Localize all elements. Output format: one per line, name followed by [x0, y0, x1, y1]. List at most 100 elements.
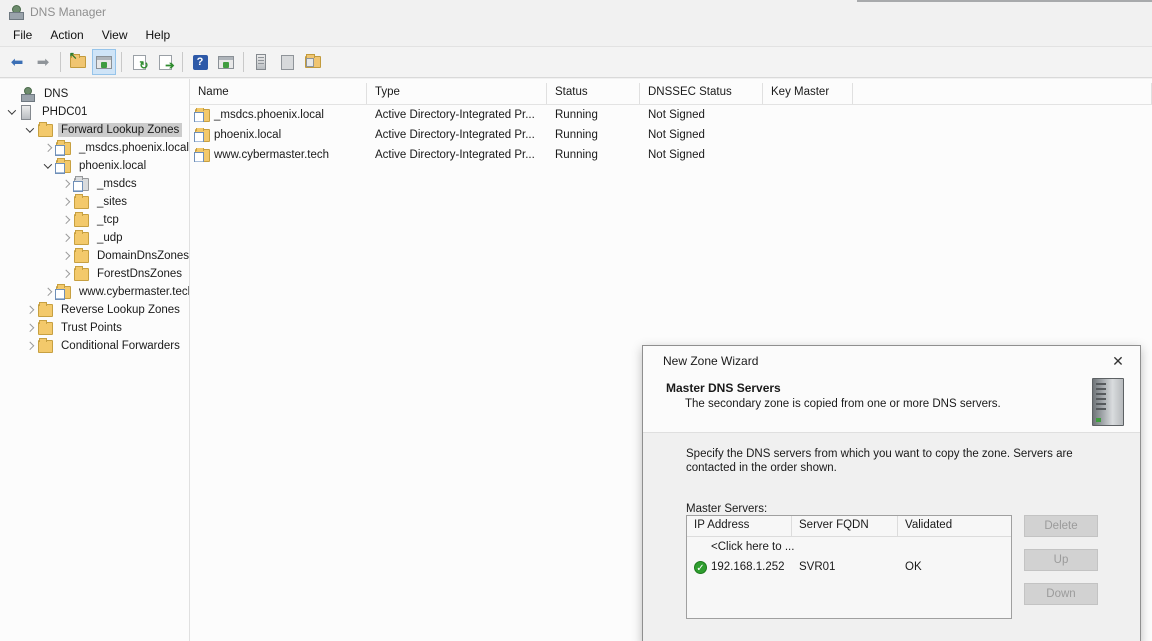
- tree-item-www-cybermaster-tech[interactable]: www.cybermaster.tech: [0, 283, 189, 301]
- zone-row-www-cybermaster-tech[interactable]: www.cybermaster.tech Active Directory-In…: [190, 145, 1152, 165]
- tree-item-udp[interactable]: _udp: [0, 229, 189, 247]
- zone-status: Running: [547, 149, 640, 161]
- list-header: Name Type Status DNSSEC Status Key Maste…: [190, 83, 1152, 105]
- menu-action[interactable]: Action: [41, 26, 92, 44]
- toolbar-separator: [182, 52, 183, 72]
- folder-icon: [38, 304, 53, 317]
- column-header-name[interactable]: Name: [190, 83, 367, 104]
- tree-item-dns-root[interactable]: DNS: [0, 85, 189, 103]
- add-server-placeholder[interactable]: <Click here to ...: [687, 541, 792, 553]
- tree-item-label: www.cybermaster.tech: [76, 285, 190, 299]
- zone-status: Running: [547, 109, 640, 121]
- menu-view[interactable]: View: [93, 26, 137, 44]
- down-button[interactable]: Down: [1024, 583, 1098, 605]
- tree-item-label: Conditional Forwarders: [58, 339, 183, 353]
- forward-arrow-icon[interactable]: ➡: [31, 49, 55, 75]
- chevron-right-icon[interactable]: [58, 235, 74, 241]
- refresh-icon[interactable]: ↻: [127, 49, 151, 75]
- folder-icon: [38, 340, 53, 353]
- tree-item-label: Trust Points: [58, 321, 125, 335]
- zone-type: Active Directory-Integrated Pr...: [367, 109, 547, 121]
- tree-item-tcp[interactable]: _tcp: [0, 211, 189, 229]
- tree-item-domaindnszones[interactable]: DomainDnsZones: [0, 247, 189, 265]
- tree-item-phdc01[interactable]: PHDC01: [0, 103, 189, 121]
- title-bar: DNS Manager: [0, 0, 1152, 24]
- back-arrow-icon[interactable]: ⬅: [5, 49, 29, 75]
- export-list-icon[interactable]: ➔: [153, 49, 177, 75]
- server-tower-icon: [1092, 378, 1124, 426]
- chevron-down-icon[interactable]: [4, 109, 20, 115]
- column-header-type[interactable]: Type: [367, 83, 547, 104]
- zone-row-phoenix-local[interactable]: phoenix.local Active Directory-Integrate…: [190, 125, 1152, 145]
- toolbar-separator: [60, 52, 61, 72]
- tree-item-label: PHDC01: [39, 105, 90, 119]
- tree-item-forward-lookup-zones[interactable]: Forward Lookup Zones: [0, 121, 189, 139]
- dns-root-icon: [20, 88, 35, 101]
- properties-page-icon[interactable]: [275, 49, 299, 75]
- tree-item-forestdnszones[interactable]: ForestDnsZones: [0, 265, 189, 283]
- window-title: DNS Manager: [30, 5, 106, 19]
- zone-dnssec-status: Not Signed: [640, 109, 763, 121]
- chevron-right-icon[interactable]: [22, 307, 38, 313]
- tree-item-msdcs[interactable]: _msdcs: [0, 175, 189, 193]
- zone-name: www.cybermaster.tech: [214, 149, 329, 161]
- tree-item-label: _msdcs.phoenix.local: [76, 141, 190, 155]
- tree-item-phoenix-local[interactable]: phoenix.local: [0, 157, 189, 175]
- toolbar: ⬅ ➡ ↖ ↻ ➔ ?: [0, 46, 1152, 78]
- chevron-right-icon[interactable]: [58, 199, 74, 205]
- column-header-server-fqdn[interactable]: Server FQDN: [792, 516, 898, 536]
- chevron-down-icon[interactable]: [22, 127, 38, 133]
- folder-icon: [38, 124, 53, 137]
- tree-item-msdcs-phoenix-local[interactable]: _msdcs.phoenix.local: [0, 139, 189, 157]
- master-server-add-row[interactable]: <Click here to ...: [687, 537, 1011, 557]
- console-window-icon[interactable]: [214, 49, 238, 75]
- zone-row-msdcs-phoenix-local[interactable]: _msdcs.phoenix.local Active Directory-In…: [190, 105, 1152, 125]
- column-header-key-master[interactable]: Key Master: [763, 83, 853, 104]
- column-header-dnssec-status[interactable]: DNSSEC Status: [640, 83, 763, 104]
- tree-item-conditional-forwarders[interactable]: Conditional Forwarders: [0, 337, 189, 355]
- tree-item-sites[interactable]: _sites: [0, 193, 189, 211]
- server-list-icon[interactable]: [249, 49, 273, 75]
- tree-item-label: DomainDnsZones: [94, 249, 190, 263]
- toolbar-separator: [243, 52, 244, 72]
- dns-manager-window: DNS Manager File Action View Help ⬅ ➡ ↖ …: [0, 0, 1152, 641]
- wizard-header: New Zone Wizard ✕ Master DNS Servers The…: [643, 346, 1140, 433]
- zone-folder-icon: [56, 142, 71, 155]
- show-console-tree-icon[interactable]: [92, 49, 116, 75]
- chevron-down-icon[interactable]: [40, 163, 56, 169]
- column-header-status[interactable]: Status: [547, 83, 640, 104]
- zone-folder-icon[interactable]: [301, 49, 325, 75]
- tree-item-reverse-lookup-zones[interactable]: Reverse Lookup Zones: [0, 301, 189, 319]
- chevron-right-icon[interactable]: [58, 271, 74, 277]
- tree-item-label: phoenix.local: [76, 159, 149, 173]
- master-servers-header: IP Address Server FQDN Validated: [687, 516, 1011, 537]
- chevron-right-icon[interactable]: [40, 145, 56, 151]
- zone-status: Running: [547, 129, 640, 141]
- dns-manager-app-icon: [8, 5, 23, 20]
- chevron-right-icon[interactable]: [58, 253, 74, 259]
- up-one-level-icon[interactable]: ↖: [66, 49, 90, 75]
- chevron-right-icon[interactable]: [58, 217, 74, 223]
- column-header-validated[interactable]: Validated: [898, 516, 1011, 536]
- up-button[interactable]: Up: [1024, 549, 1098, 571]
- menu-file[interactable]: File: [4, 26, 41, 44]
- menu-bar: File Action View Help: [0, 24, 1152, 46]
- delete-button[interactable]: Delete: [1024, 515, 1098, 537]
- menu-help[interactable]: Help: [137, 26, 180, 44]
- close-icon[interactable]: ✕: [1105, 350, 1131, 372]
- column-header-ip-address[interactable]: IP Address: [687, 516, 792, 536]
- help-icon[interactable]: ?: [188, 49, 212, 75]
- master-server-row[interactable]: ✓192.168.1.252 SVR01 OK: [687, 557, 1011, 577]
- wizard-page-subheading: The secondary zone is copied from one or…: [685, 398, 1140, 410]
- server-validated: OK: [898, 561, 1011, 573]
- delegation-folder-icon: [74, 178, 89, 191]
- server-ip: 192.168.1.252: [711, 561, 785, 573]
- chevron-right-icon[interactable]: [40, 289, 56, 295]
- tree-item-trust-points[interactable]: Trust Points: [0, 319, 189, 337]
- chevron-right-icon[interactable]: [22, 343, 38, 349]
- folder-icon: [74, 196, 89, 209]
- folder-icon: [74, 250, 89, 263]
- wizard-instructions: Specify the DNS servers from which you w…: [686, 447, 1078, 476]
- chevron-right-icon[interactable]: [58, 181, 74, 187]
- chevron-right-icon[interactable]: [22, 325, 38, 331]
